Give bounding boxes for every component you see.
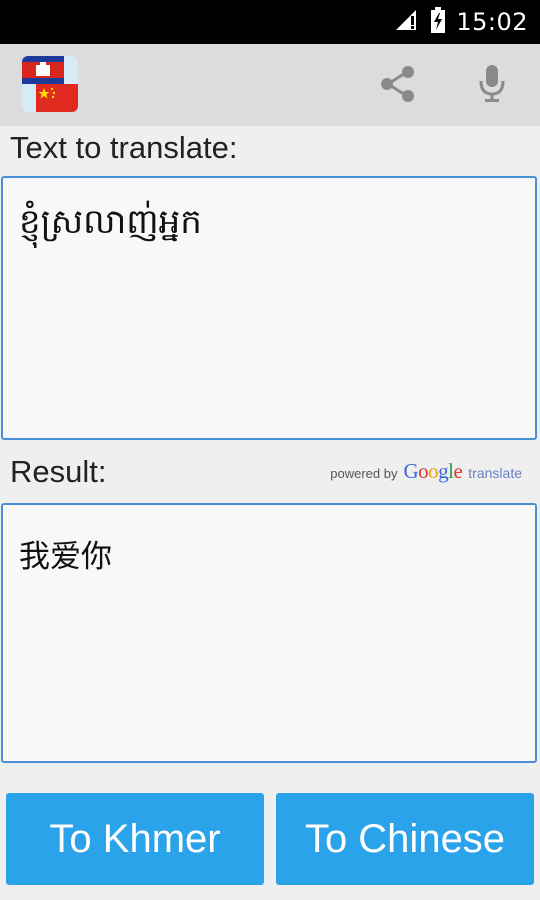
result-text-area[interactable]: 我爱你 xyxy=(1,503,537,763)
status-icons: 15:02 xyxy=(394,0,528,44)
source-text-input[interactable]: ខ្ញុំស្រលាញ់អ្នក xyxy=(1,176,537,440)
microphone-button[interactable] xyxy=(468,60,516,112)
result-label: Result: xyxy=(10,454,107,489)
google-logo: Google xyxy=(403,459,463,483)
app-bar xyxy=(0,44,540,126)
to-chinese-button[interactable]: To Chinese xyxy=(276,793,534,885)
input-label: Text to translate: xyxy=(10,130,238,165)
status-bar: 15:02 xyxy=(0,0,540,44)
cambodia-china-flag-icon[interactable] xyxy=(22,56,78,112)
result-text-value: 我爱你 xyxy=(19,539,112,575)
share-icon xyxy=(377,63,419,109)
translate-text: translate xyxy=(468,465,522,481)
microphone-icon xyxy=(477,63,507,109)
battery-charging-icon xyxy=(430,7,446,37)
source-text-value: ខ្ញុំស្រលាញ់អ្នក xyxy=(19,202,202,242)
status-time: 15:02 xyxy=(456,8,528,36)
to-khmer-button[interactable]: To Khmer xyxy=(6,793,264,885)
powered-by-text: powered by xyxy=(330,466,398,481)
signal-icon xyxy=(394,8,420,36)
powered-by-google-translate: powered by Google translate xyxy=(330,459,522,484)
share-button[interactable] xyxy=(372,60,424,112)
